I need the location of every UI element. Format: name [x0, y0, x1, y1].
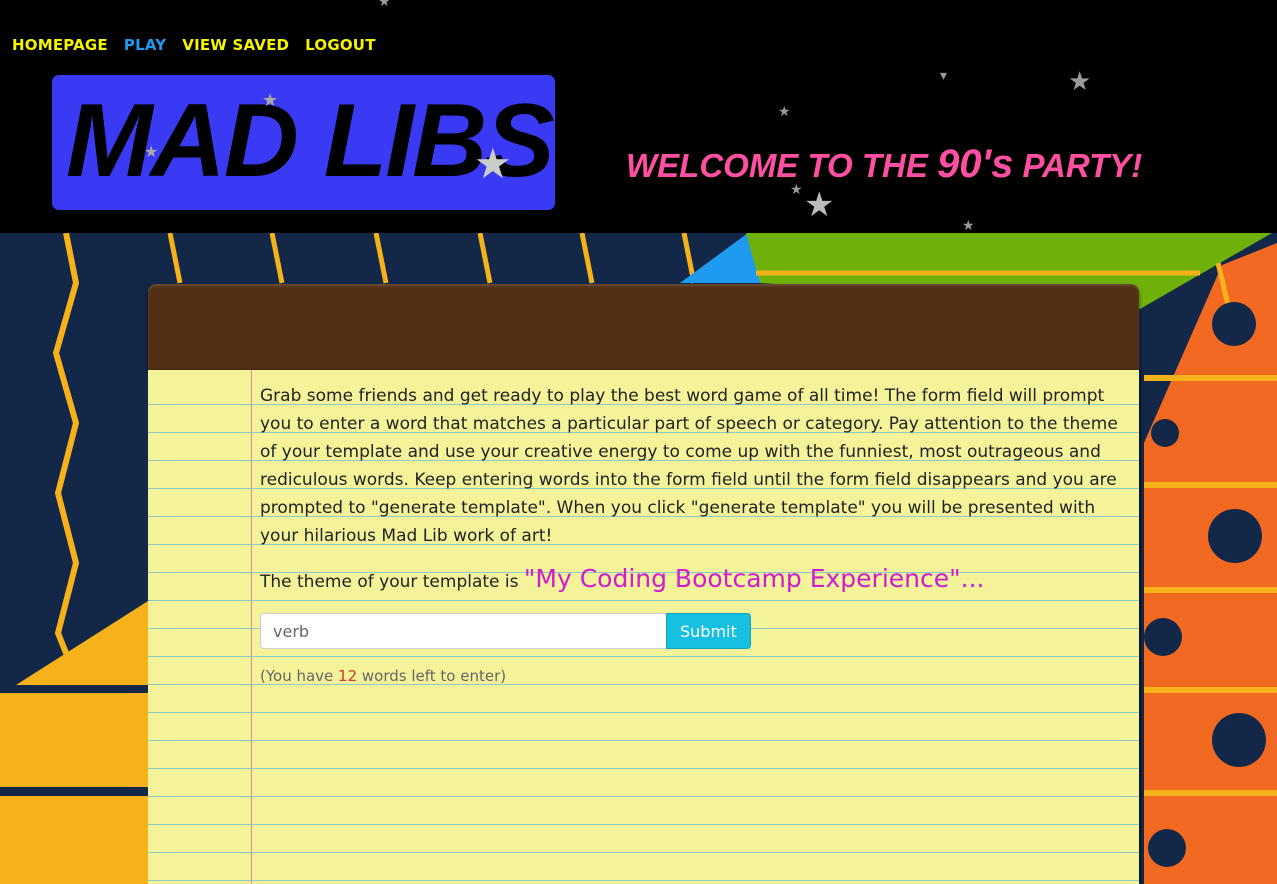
word-form: Submit [260, 613, 1126, 649]
star-icon: ★ [262, 90, 279, 110]
submit-button[interactable]: Submit [666, 613, 751, 649]
star-icon: ★ [144, 144, 159, 161]
theme-label: The theme of your template is [260, 572, 524, 592]
counter-suffix: words left to enter) [357, 667, 507, 685]
star-icon: ★ [804, 186, 835, 224]
notepad: Grab some friends and get ready to play … [148, 284, 1139, 884]
welcome-text-end: PARTY! [1013, 147, 1143, 184]
notepad-binding [148, 284, 1139, 370]
star-icon: ★ [474, 140, 512, 187]
word-input[interactable] [260, 613, 666, 649]
instructions-text: Grab some friends and get ready to play … [260, 386, 1118, 546]
main-nav: HOMEPAGE PLAY VIEW SAVED LOGOUT [12, 36, 376, 54]
welcome-text: WELCOME TO THE [626, 147, 938, 184]
words-left-counter: (You have 12 words left to enter) [260, 666, 1126, 686]
theme-value: "My Coding Bootcamp Experience"... [523, 564, 985, 593]
star-icon: ▾ [940, 67, 948, 83]
header: ★ ▾ ★ ★ ★ ★ ★ HOMEPAGE PLAY VIEW SAVED L… [0, 0, 1277, 233]
theme-line: The theme of your template is "My Coding… [260, 562, 1126, 599]
star-icon: ★ [1068, 66, 1092, 96]
nav-play-link[interactable]: PLAY [124, 36, 166, 54]
star-icon: ★ [778, 103, 791, 119]
nav-homepage-link[interactable]: HOMEPAGE [12, 36, 108, 54]
nav-view-saved-link[interactable]: VIEW SAVED [182, 36, 289, 54]
star-icon: ★ [962, 217, 975, 233]
game-panel: Grab some friends and get ready to play … [260, 382, 1126, 686]
margin-line [251, 370, 252, 884]
counter-prefix: (You have [260, 667, 339, 685]
welcome-highlight: 90's [937, 142, 1014, 186]
notepad-paper: Grab some friends and get ready to play … [148, 370, 1139, 884]
words-left-count: 12 [338, 667, 358, 685]
nav-logout-link[interactable]: LOGOUT [305, 36, 375, 54]
star-icon: ★ [378, 0, 391, 9]
logo: MAD LIBS ★ ★ ★ [52, 75, 555, 210]
welcome-banner: WELCOME TO THE 90's PARTY! [626, 142, 1142, 187]
